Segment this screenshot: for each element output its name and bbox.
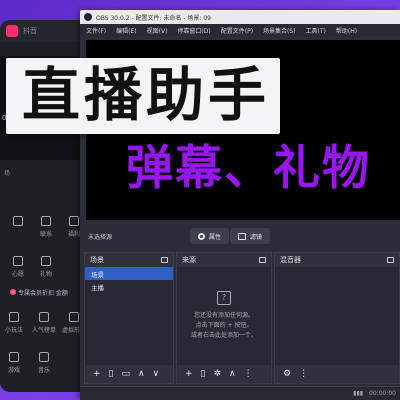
scenes-dock: 场景 场景 主播 + ▯ ▭ ∧ ∨ [84, 252, 174, 384]
more-icon[interactable]: ⋮ [244, 369, 253, 379]
advanced-audio-icon[interactable]: ⚙ [283, 369, 291, 379]
obs-window-title: OBS 30.0.2 - 配置文件: 未命名 - 场景: 09 [96, 14, 211, 22]
add-source-icon[interactable]: + [185, 369, 193, 379]
move-up-icon[interactable]: ∧ [229, 369, 236, 379]
menu-view[interactable]: 视图(V) [147, 26, 168, 35]
feature-button-2[interactable]: 联系 [32, 216, 60, 238]
menu-scene-collection[interactable]: 场景集合(S) [263, 26, 296, 35]
dock-undock-icon[interactable] [259, 257, 266, 263]
sources-toolbar: + ▯ ✲ ∧ ⋮ [177, 365, 271, 383]
promo-banner[interactable]: 专属会员折扣 金额 [10, 288, 68, 297]
filter-scene-icon[interactable]: ▭ [122, 369, 131, 379]
move-down-icon[interactable]: ∨ [153, 369, 160, 379]
remove-source-icon[interactable]: ▯ [201, 369, 206, 379]
promo-dot-icon [10, 289, 16, 295]
gift-icon [41, 256, 51, 266]
signal-icon: ▮▮▮ [353, 390, 364, 397]
feature-button-1[interactable] [4, 216, 32, 229]
tab-left[interactable]: 场 [4, 168, 10, 182]
properties-button[interactable]: 属性 [190, 228, 230, 244]
scenes-toolbar: + ▯ ▭ ∧ ∨ [85, 365, 173, 383]
menu-tools[interactable]: 工具(T) [306, 26, 326, 35]
scene-item[interactable]: 场景 [85, 267, 173, 280]
record-time: 00:00:00 [369, 390, 396, 397]
person-icon [69, 312, 79, 322]
feature-icon [69, 216, 79, 226]
feature-icon [13, 216, 23, 226]
mixer-toolbar: ⚙ ⋮ [275, 365, 399, 383]
app-logo-icon [6, 25, 18, 37]
music-button[interactable]: 音乐 [30, 352, 58, 374]
mini-game-button[interactable]: 小玩法 [0, 312, 28, 334]
games-button[interactable]: 游戏 [0, 352, 28, 374]
remove-scene-icon[interactable]: ▯ [109, 369, 114, 379]
menu-edit[interactable]: 编辑(E) [116, 26, 136, 35]
more-icon[interactable]: ⋮ [299, 369, 308, 379]
panel-tabs: 场 清 [0, 168, 92, 182]
overlay-title: 直播助手 [22, 61, 271, 129]
thumbnail-canvas: 抖音 场景 0.ee 场 清 联系 福利 心愿 礼物 专属会员折扣 金额 小玩法… [0, 0, 400, 400]
gamepad-icon [9, 352, 19, 362]
overlay-subtitle: 弹幕、礼物 [126, 141, 371, 196]
scenes-dock-header: 场景 [85, 253, 173, 267]
mixer-dock-header: 混音器 [275, 253, 399, 267]
gear-icon [198, 232, 205, 240]
obs-statusbar: ▮▮▮ 00:00:00 [80, 386, 400, 400]
scene-item[interactable]: 主播 [85, 280, 173, 293]
trophy-icon [39, 312, 49, 322]
dock-undock-icon[interactable] [387, 257, 394, 263]
question-icon: ? [217, 291, 231, 305]
add-scene-icon[interactable]: + [93, 369, 101, 379]
app-brand: 抖音 [23, 27, 37, 35]
heart-icon [13, 256, 23, 266]
wish-button[interactable]: 心愿 [4, 256, 32, 278]
menu-profile[interactable]: 配置文件(P) [221, 26, 253, 35]
selected-source-label: 未选择源 [88, 234, 113, 241]
popularity-button[interactable]: 人气榜单 [30, 312, 58, 334]
menu-file[interactable]: 文件(F) [86, 26, 106, 35]
menu-help[interactable]: 帮助(H) [336, 26, 357, 35]
obs-logo-icon [84, 13, 92, 21]
obs-titlebar: OBS 30.0.2 - 配置文件: 未命名 - 场景: 09 [80, 10, 400, 24]
sources-dock-header: 来源 [177, 253, 271, 267]
gift-button[interactable]: 礼物 [32, 256, 60, 278]
app-topbar: 抖音 [0, 20, 92, 42]
sources-empty-hint: ? 您还没有添加任何源。 点击下面的 + 按钮， 或者右击此处添加一个。 [190, 291, 257, 339]
game-icon [9, 312, 19, 322]
sources-dock: 来源 ? 您还没有添加任何源。 点击下面的 + 按钮， 或者右击此处添加一个。 … [176, 252, 272, 384]
mixer-dock: 混音器 ⚙ ⋮ [274, 252, 400, 384]
move-up-icon[interactable]: ∧ [138, 369, 145, 379]
music-icon [39, 352, 49, 362]
obs-menubar: 文件(F) 编辑(E) 视图(V) 停靠窗口(D) 配置文件(P) 场景集合(S… [80, 24, 400, 36]
source-settings-icon[interactable]: ✲ [214, 369, 222, 379]
filters-button[interactable]: 滤镜 [230, 228, 271, 244]
feature-icon [41, 216, 51, 226]
menu-docks[interactable]: 停靠窗口(D) [177, 26, 210, 35]
filter-icon [238, 232, 246, 240]
dock-undock-icon[interactable] [161, 257, 168, 263]
